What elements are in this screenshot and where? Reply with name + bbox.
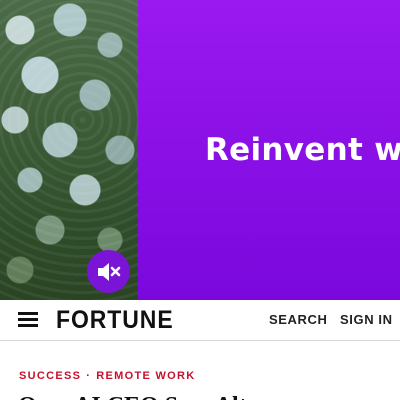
site-header: FORTUNE SEARCH SIGN IN: [0, 300, 400, 341]
sign-in-link[interactable]: SIGN IN: [340, 312, 393, 328]
hamburger-menu-icon[interactable]: [18, 312, 38, 328]
fortune-logo[interactable]: FORTUNE: [56, 305, 174, 335]
page: Reinvent wh FORTUNE SEARCH SIGN IN SUCCE…: [0, 0, 400, 400]
search-link[interactable]: SEARCH: [269, 312, 328, 328]
unmute-button[interactable]: [87, 250, 130, 293]
kicker-separator: ·: [86, 370, 92, 382]
video-ad-banner[interactable]: Reinvent wh: [0, 0, 400, 300]
speaker-muted-icon: [97, 262, 120, 281]
kicker-topic-link[interactable]: REMOTE WORK: [96, 370, 195, 382]
ad-headline: Reinvent wh: [205, 132, 400, 168]
article: SUCCESS · REMOTE WORK OpenAI CEO Sam Altm: [0, 341, 400, 400]
article-headline: OpenAI CEO Sam Altm: [18, 392, 267, 400]
article-kicker: SUCCESS · REMOTE WORK: [19, 370, 196, 382]
kicker-section-link[interactable]: SUCCESS: [19, 370, 81, 382]
